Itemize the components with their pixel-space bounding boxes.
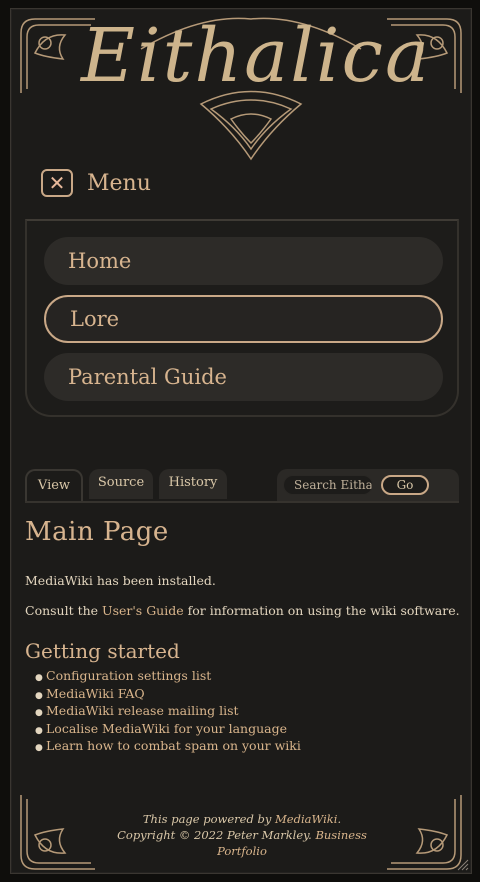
tab-source[interactable]: Source [89, 469, 153, 499]
search-input[interactable]: Search Eithalica [283, 475, 373, 495]
consult-paragraph: Consult the User's Guide for information… [25, 603, 460, 618]
resize-grip-icon[interactable] [457, 859, 469, 871]
search-box: Search Eithalica Go [277, 469, 459, 501]
footer: This page powered by MediaWiki. Copyrigh… [11, 811, 471, 859]
site-logo[interactable]: Eithalica [81, 9, 432, 169]
faq-link[interactable]: MediaWiki FAQ [46, 686, 145, 701]
navigation-panel: Home Lore Parental Guide [25, 219, 459, 417]
site-logo-text: Eithalica [81, 13, 432, 99]
menu-toggle[interactable]: ✕ Menu [41, 169, 151, 197]
nav-item-parental-guide[interactable]: Parental Guide [44, 353, 443, 401]
page-title: Main Page [25, 517, 169, 547]
menu-label: Menu [87, 170, 151, 196]
business-link[interactable]: Business [315, 828, 366, 842]
powered-by-line: This page powered by MediaWiki. [11, 811, 471, 827]
go-button[interactable]: Go [381, 475, 429, 495]
nav-item-lore[interactable]: Lore [44, 295, 443, 343]
tab-view[interactable]: View [25, 469, 83, 501]
main-content: Main Page MediaWiki has been installed. … [25, 517, 460, 753]
mediawiki-link[interactable]: MediaWiki [275, 812, 337, 826]
close-icon[interactable]: ✕ [41, 169, 73, 197]
getting-started-heading: Getting started [25, 639, 180, 663]
page-frame: Eithalica ✕ Menu Home Lore Parental Guid… [10, 8, 472, 874]
localise-link[interactable]: Localise MediaWiki for your language [46, 721, 287, 736]
portfolio-link[interactable]: Portfolio [217, 844, 267, 858]
copyright-text: Copyright © 2022 Peter Markley. [117, 828, 316, 842]
consult-prefix: Consult the [25, 603, 103, 618]
getting-started-list: ● Configuration settings list ● MediaWiki … [35, 667, 301, 755]
powered-prefix: This page powered by [142, 812, 276, 826]
list-item: ● Localise MediaWiki for your language [35, 720, 301, 738]
users-guide-link[interactable]: User's Guide [102, 603, 184, 618]
bullet-icon: ● [35, 743, 43, 753]
mailing-list-link[interactable]: MediaWiki release mailing list [46, 703, 239, 718]
powered-suffix: . [337, 812, 342, 826]
consult-suffix: for information on using the wiki softwa… [183, 603, 460, 618]
list-item: ● Configuration settings list [35, 667, 301, 685]
installed-text: MediaWiki has been installed. [25, 573, 216, 588]
nav-item-home[interactable]: Home [44, 237, 443, 285]
portfolio-line: Portfolio [11, 843, 471, 859]
list-item: ● Learn how to combat spam on your wiki [35, 737, 301, 755]
tab-history[interactable]: History [159, 469, 227, 499]
list-item: ● MediaWiki release mailing list [35, 702, 301, 720]
list-item: ● MediaWiki FAQ [35, 685, 301, 703]
config-settings-link[interactable]: Configuration settings list [46, 668, 211, 683]
combat-spam-link[interactable]: Learn how to combat spam on your wiki [46, 738, 301, 753]
copyright-line: Copyright © 2022 Peter Markley. Business [11, 827, 471, 843]
